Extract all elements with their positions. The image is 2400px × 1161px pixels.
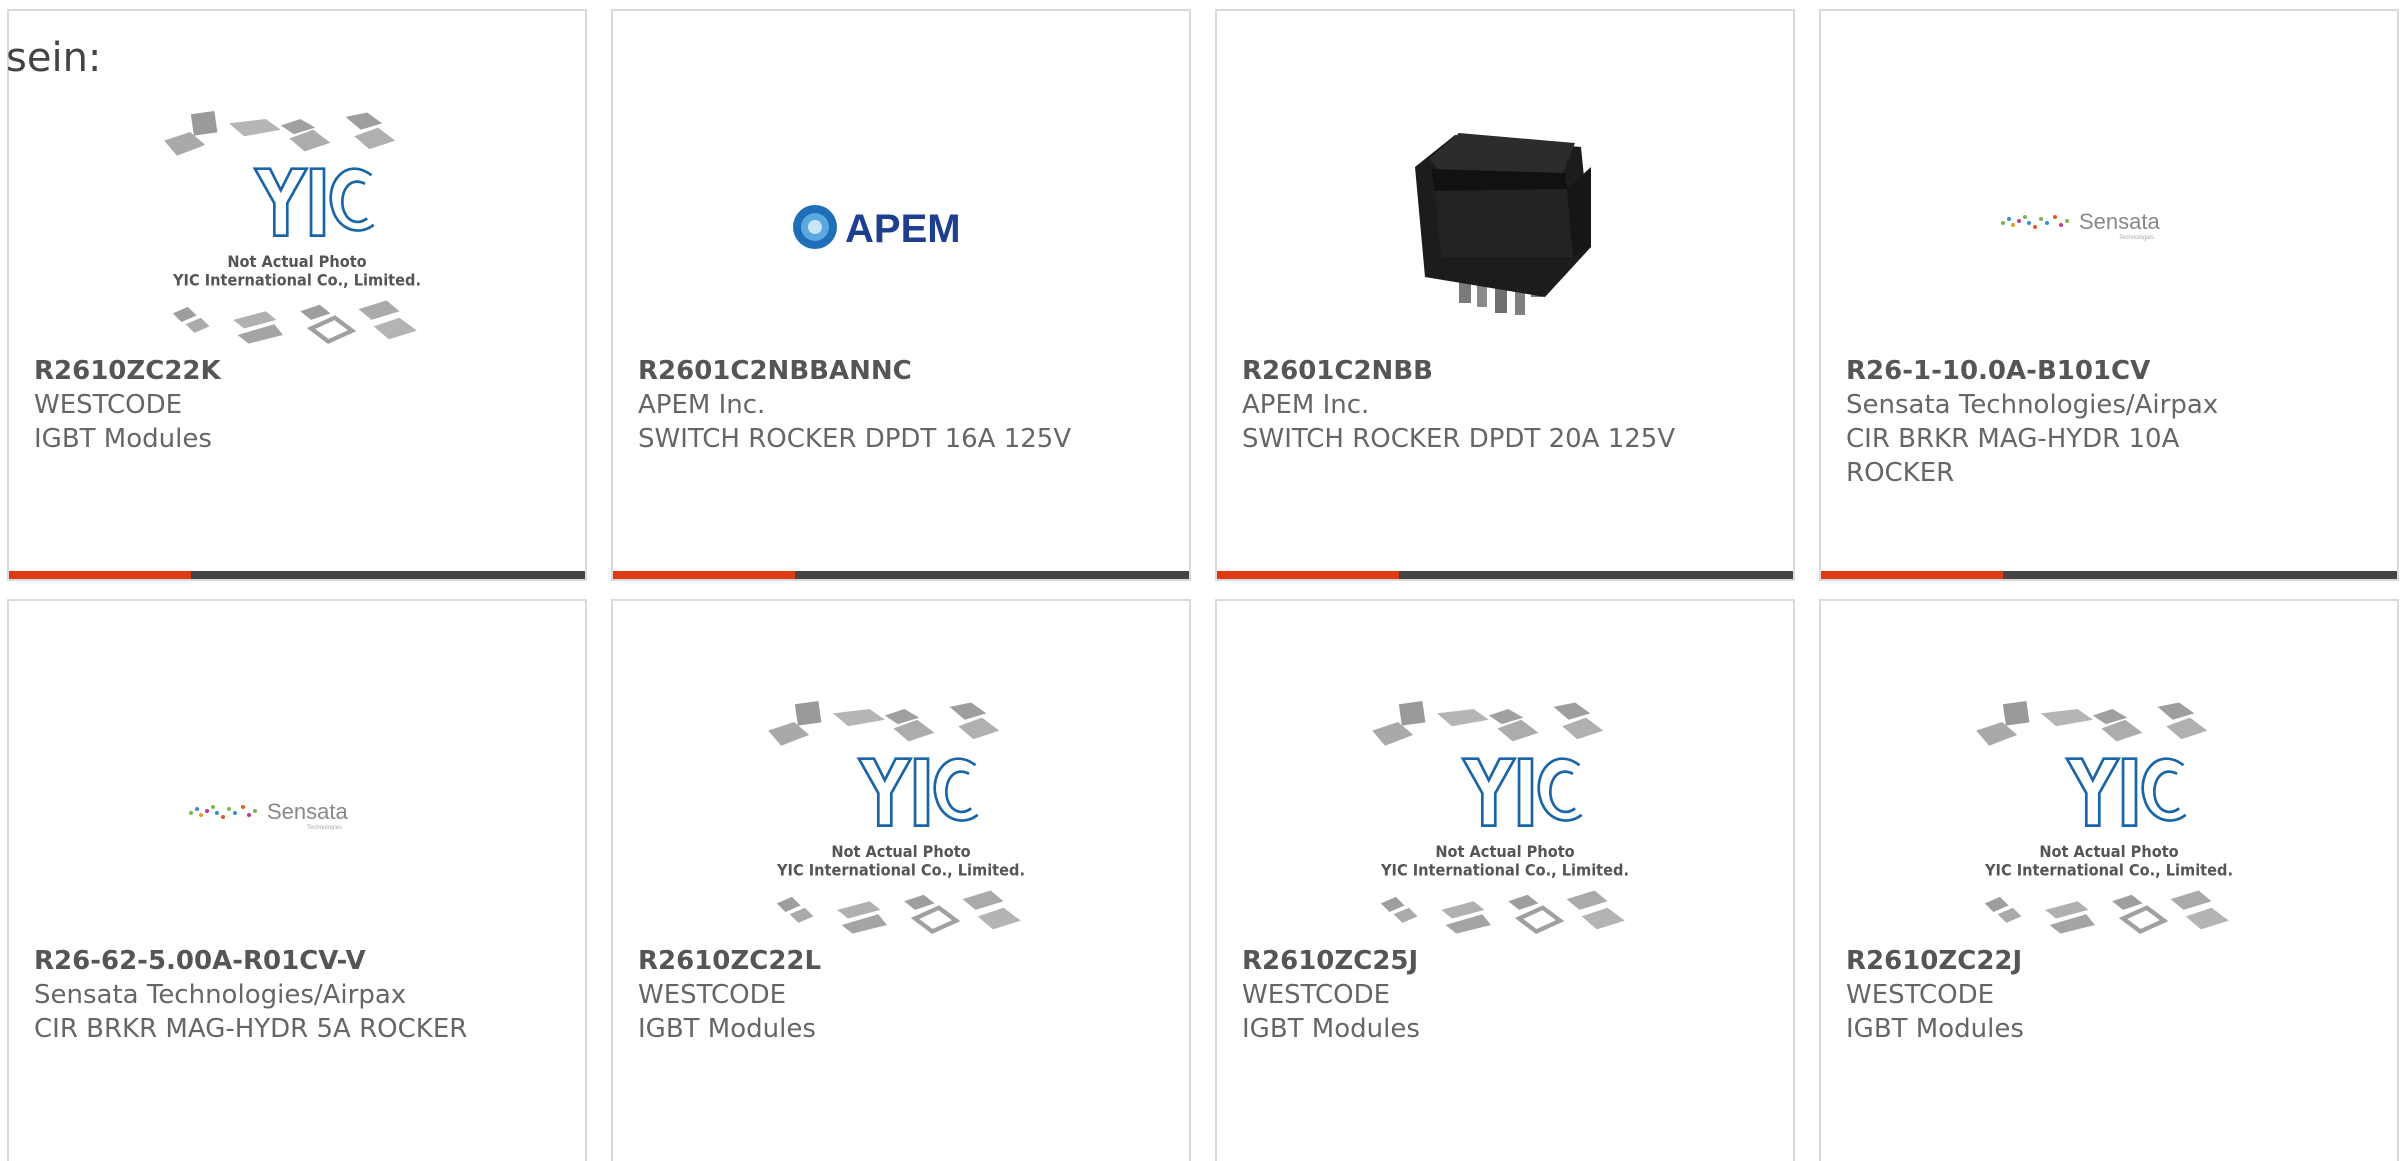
intro-text: sein: — [6, 35, 102, 81]
product-info: R2610ZC22L WESTCODE IGBT Modules — [638, 944, 1169, 1046]
part-number[interactable]: R2601C2NBB — [1242, 354, 1773, 388]
product-description: IGBT Modules — [638, 1014, 816, 1044]
manufacturer: Sensata Technologies/Airpax — [1846, 390, 2219, 420]
product-grid-page: sein: Not Actual Photo YIC International… — [0, 0, 2400, 1161]
product-card[interactable]: Sensata Technologies R26-62-5.00A-R01CV-… — [7, 599, 587, 1161]
placeholder-caption-line2: YIC International Co., Limited. — [172, 270, 421, 289]
card-accent — [1217, 571, 1399, 579]
placeholder-image[interactable]: Not Actual Photo YIC International Co., … — [1217, 681, 1793, 953]
manufacturer: WESTCODE — [638, 980, 787, 1010]
part-number[interactable]: R2610ZC22J — [1846, 944, 2377, 978]
placeholder-caption-line1: Not Actual Photo — [227, 252, 366, 271]
part-number[interactable]: R26-1-10.0A-B101CV — [1846, 354, 2377, 388]
part-number[interactable]: R2610ZC22L — [638, 944, 1169, 978]
product-info: R2610ZC22K WESTCODE IGBT Modules — [34, 354, 565, 456]
part-number[interactable]: R2610ZC25J — [1242, 944, 1773, 978]
product-info: R2610ZC22J WESTCODE IGBT Modules — [1846, 944, 2377, 1046]
part-number[interactable]: R26-62-5.00A-R01CV-V — [34, 944, 565, 978]
placeholder-image[interactable]: Not Actual Photo YIC International Co., … — [9, 91, 585, 363]
manufacturer: APEM Inc. — [638, 390, 766, 420]
product-info: R2610ZC25J WESTCODE IGBT Modules — [1242, 944, 1773, 1046]
card-bottom-bar — [9, 571, 585, 579]
apem-logo[interactable]: APEM — [613, 91, 1189, 363]
product-description: IGBT Modules — [1242, 1014, 1420, 1044]
placeholder-caption-line2: YIC International Co., Limited. — [1380, 860, 1629, 879]
sensata-logo-subtext: Technologies — [307, 825, 342, 831]
placeholder-caption-line2: YIC International Co., Limited. — [1984, 860, 2233, 879]
placeholder-image[interactable]: Not Actual Photo YIC International Co., … — [613, 681, 1189, 953]
product-card[interactable]: Not Actual Photo YIC International Co., … — [1819, 599, 2399, 1161]
sensata-logo[interactable]: Sensata Technologies — [1821, 91, 2397, 363]
part-number[interactable]: R2601C2NBBANNC — [638, 354, 1169, 388]
product-info: R2601C2NBB APEM Inc. SWITCH ROCKER DPDT … — [1242, 354, 1773, 456]
product-description: SWITCH ROCKER DPDT 16A 125V — [638, 424, 1072, 454]
sensata-logo[interactable]: Sensata Technologies — [9, 681, 585, 953]
part-number[interactable]: R2610ZC22K — [34, 354, 565, 388]
product-description: IGBT Modules — [1846, 1014, 2024, 1044]
card-bottom-bar — [613, 571, 1189, 579]
sensata-logo-text: Sensata — [267, 799, 348, 824]
product-card[interactable]: R2601C2NBB APEM Inc. SWITCH ROCKER DPDT … — [1215, 9, 1795, 581]
product-card[interactable]: APEM R2601C2NBBANNC APEM Inc. SWITCH ROC… — [611, 9, 1191, 581]
card-bottom-bar — [1821, 571, 2397, 579]
product-description: CIR BRKR MAG-HYDR 5A ROCKER — [34, 1014, 468, 1044]
product-card[interactable]: Not Actual Photo YIC International Co., … — [611, 599, 1191, 1161]
manufacturer: Sensata Technologies/Airpax — [34, 980, 407, 1010]
card-accent — [613, 571, 795, 579]
card-bottom-bar — [1217, 571, 1793, 579]
placeholder-caption-line1: Not Actual Photo — [2039, 842, 2178, 861]
product-card[interactable]: Not Actual Photo YIC International Co., … — [1215, 599, 1795, 1161]
placeholder-caption-line1: Not Actual Photo — [1435, 842, 1574, 861]
product-card[interactable]: Not Actual Photo YIC International Co., … — [7, 9, 587, 581]
product-card[interactable]: Sensata Technologies R26-1-10.0A-B101CV … — [1819, 9, 2399, 581]
placeholder-caption-line1: Not Actual Photo — [831, 842, 970, 861]
product-description: SWITCH ROCKER DPDT 20A 125V — [1242, 424, 1676, 454]
product-info: R2601C2NBBANNC APEM Inc. SWITCH ROCKER D… — [638, 354, 1169, 456]
apem-logo-text: APEM — [845, 207, 961, 251]
manufacturer: WESTCODE — [1242, 980, 1391, 1010]
sensata-logo-subtext: Technologies — [2119, 235, 2154, 241]
placeholder-image[interactable]: Not Actual Photo YIC International Co., … — [1821, 681, 2397, 953]
product-info: R26-1-10.0A-B101CV Sensata Technologies/… — [1846, 354, 2377, 490]
product-info: R26-62-5.00A-R01CV-V Sensata Technologie… — [34, 944, 565, 1046]
product-description: IGBT Modules — [34, 424, 212, 454]
manufacturer: APEM Inc. — [1242, 390, 1370, 420]
placeholder-caption-line2: YIC International Co., Limited. — [776, 860, 1025, 879]
card-accent — [9, 571, 191, 579]
rocker-switch-photo[interactable] — [1217, 91, 1793, 363]
sensata-logo-text: Sensata — [2079, 209, 2160, 234]
product-description: CIR BRKR MAG-HYDR 10A ROCKER — [1846, 424, 2180, 488]
card-accent — [1821, 571, 2003, 579]
manufacturer: WESTCODE — [1846, 980, 1995, 1010]
manufacturer: WESTCODE — [34, 390, 183, 420]
